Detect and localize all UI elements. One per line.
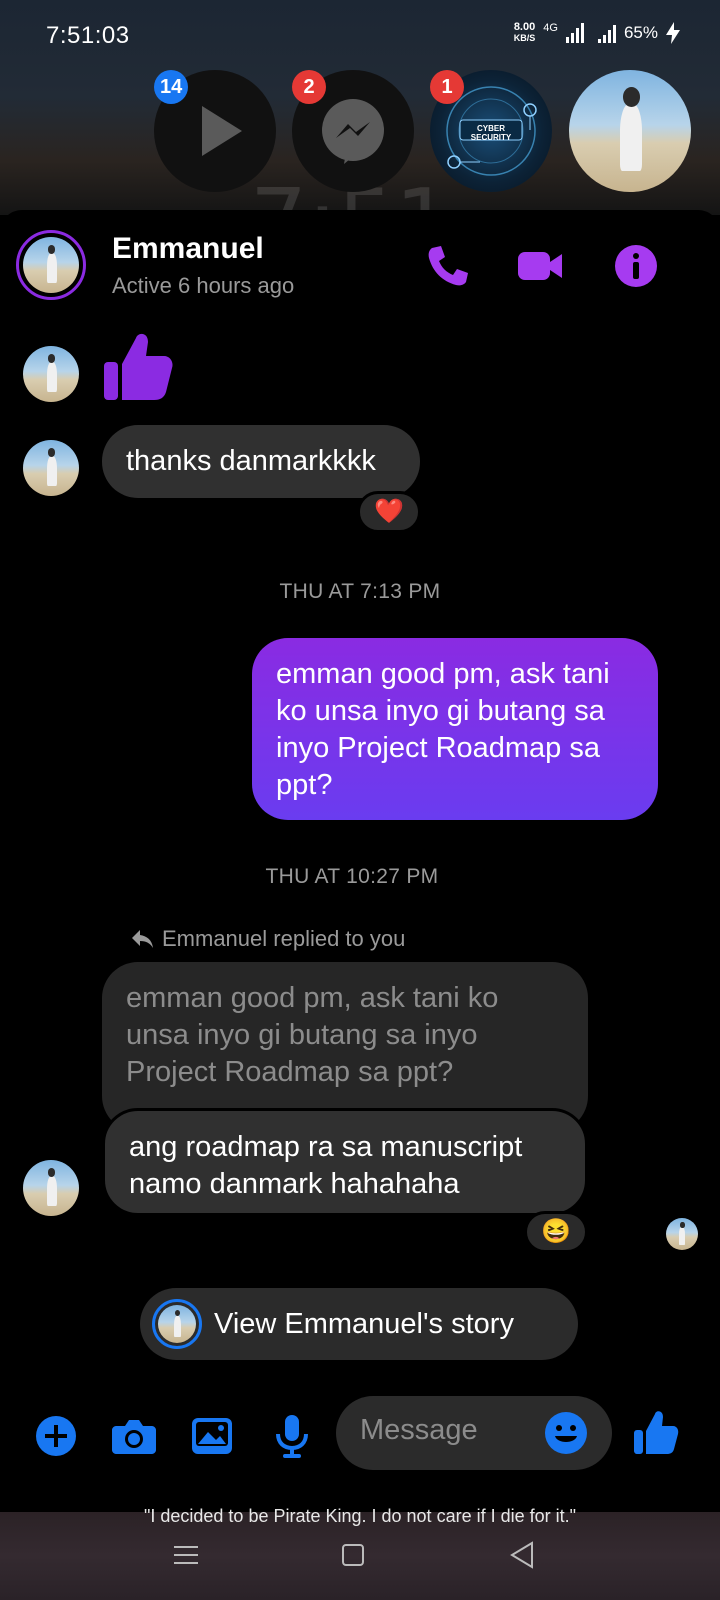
message-timestamp: THU AT 7:13 PM — [279, 580, 441, 603]
sender-avatar — [23, 1160, 79, 1216]
status-indicators: 8.00 KB/S 4G 65% — [514, 22, 680, 44]
quoted-message[interactable]: emman good pm, ask tani ko unsa inyo gi … — [102, 962, 588, 1132]
view-story-label: View Emmanuel's story — [214, 1307, 514, 1340]
wallpaper-quote: "I decided to be Pirate King. I do not c… — [143, 1506, 577, 1526]
contact-avatar-image — [23, 237, 79, 293]
seen-receipt-avatar — [666, 1218, 698, 1250]
sender-avatar — [23, 440, 79, 496]
conversation-panel: Emmanuel Active 6 hours ago thanks danma… — [0, 210, 720, 1512]
status-time: 7:51:03 — [46, 22, 130, 49]
phone-call-icon[interactable] — [424, 242, 472, 290]
badge-messenger: 2 — [292, 70, 326, 104]
heart-reaction[interactable]: ❤️ — [357, 491, 421, 533]
cyber-security-label: CYBER SECURITY — [470, 124, 512, 142]
badge-cyber-security: 1 — [430, 70, 464, 104]
message-input[interactable]: Message — [336, 1396, 612, 1470]
contact-avatar[interactable] — [16, 230, 86, 300]
network-speed: 8.00 KB/S — [514, 22, 536, 44]
message-bubble-incoming[interactable]: ang roadmap ra sa manuscript namo danmar… — [102, 1108, 588, 1216]
laughing-reaction[interactable]: 😆 — [524, 1211, 588, 1253]
contact-status: Active 6 hours ago — [112, 273, 295, 298]
badge-video: 14 — [154, 70, 189, 104]
camera-icon[interactable] — [110, 1412, 158, 1460]
emoji-icon[interactable] — [542, 1409, 590, 1457]
thumbs-up-sticker[interactable] — [100, 328, 176, 404]
contact-name[interactable]: Emmanuel — [112, 232, 264, 266]
reply-arrow-icon — [132, 930, 153, 948]
sender-avatar — [23, 346, 79, 402]
system-nav-bar — [0, 1540, 720, 1580]
story-avatar-image — [158, 1305, 196, 1343]
network-type: 4G — [543, 22, 558, 34]
plus-icon[interactable] — [32, 1412, 80, 1460]
home-nav-icon[interactable] — [340, 1542, 366, 1568]
signal-icon — [565, 23, 584, 43]
message-bubble-incoming[interactable]: thanks danmarkkkk — [102, 425, 420, 498]
charging-icon — [666, 22, 680, 44]
like-button-icon[interactable] — [632, 1408, 680, 1456]
message-timestamp: THU AT 10:27 PM — [265, 865, 439, 888]
signal-icon-2 — [597, 23, 616, 43]
microphone-icon[interactable] — [268, 1412, 316, 1460]
back-nav-icon[interactable] — [508, 1540, 536, 1570]
message-input-placeholder: Message — [360, 1414, 478, 1446]
reply-indicator: Emmanuel replied to you — [130, 926, 405, 952]
video-call-icon[interactable] — [516, 242, 564, 290]
gallery-icon[interactable] — [188, 1412, 236, 1460]
menu-nav-icon[interactable] — [172, 1542, 200, 1568]
view-story-button[interactable]: View Emmanuel's story — [140, 1288, 578, 1360]
network-speed-value: 8.00 — [513, 21, 536, 33]
chat-heads-bar: 14 2 CYBER SECURITY 1 — [0, 70, 720, 195]
story-avatar — [152, 1299, 202, 1349]
conversation-header: Emmanuel Active 6 hours ago — [0, 210, 720, 320]
reply-indicator-label: Emmanuel replied to you — [162, 926, 406, 951]
network-speed-unit: KB/S — [513, 33, 536, 43]
info-icon[interactable] — [612, 242, 660, 290]
message-composer: Message — [0, 1390, 720, 1480]
status-bar: 7:51:03 8.00 KB/S 4G 65% — [0, 0, 720, 70]
battery-percent: 65% — [623, 23, 658, 42]
chat-head-emmanuel[interactable] — [569, 70, 691, 192]
message-bubble-outgoing[interactable]: emman good pm, ask tani ko unsa inyo gi … — [252, 638, 658, 820]
